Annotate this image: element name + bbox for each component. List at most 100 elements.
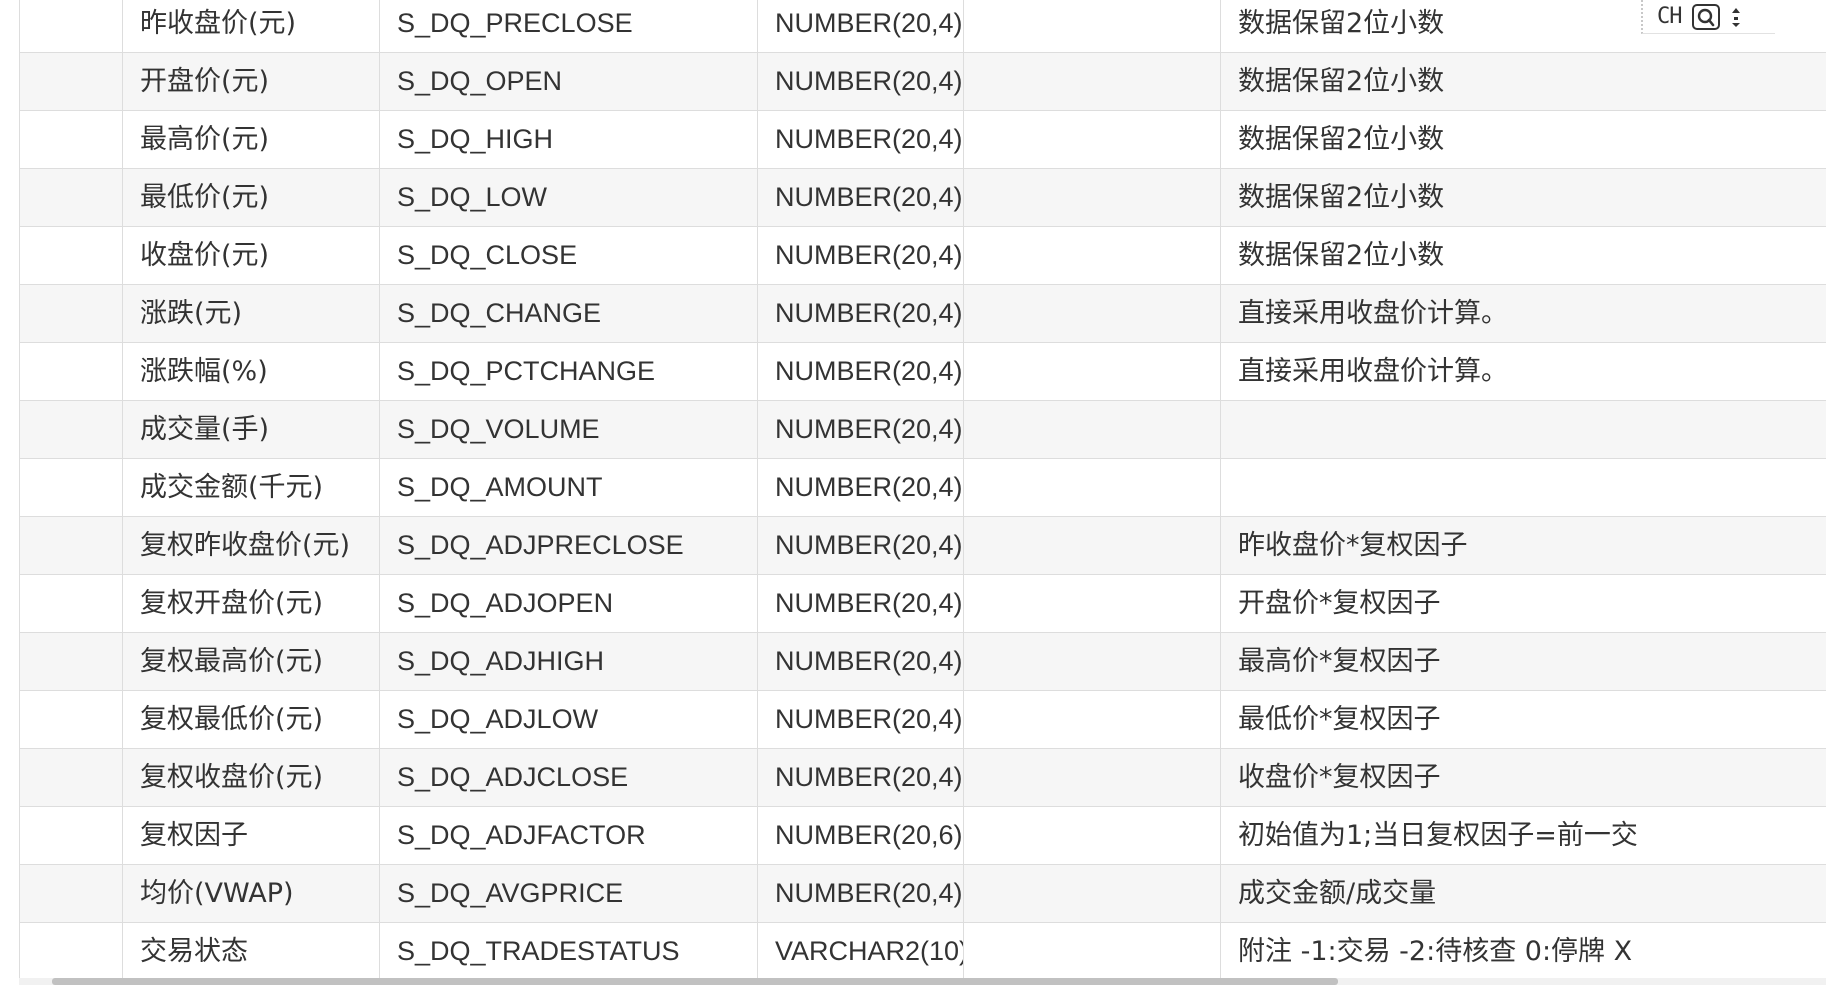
table-row: 复权最低价(元) S_DQ_ADJLOW NUMBER(20,4) 最低价*复权因子: [19, 690, 1826, 749]
table-row: 复权因子 S_DQ_ADJFACTOR NUMBER(20,6) 初始值为1;当日复权…: [19, 806, 1826, 865]
field-code-cell: S_DQ_ADJPRECLOSE: [379, 516, 758, 575]
field-type-cell: NUMBER(20,4): [757, 284, 964, 343]
field-chinese-name-cell: 复权开盘价(元): [122, 574, 380, 633]
field-type-cell: NUMBER(20,4): [757, 690, 964, 749]
table-row: 最低价(元) S_DQ_LOW NUMBER(20,4) 数据保留2位小数: [19, 168, 1826, 227]
field-remark-cell: 直接采用收盘价计算。: [1220, 342, 1826, 401]
blank-cell: [963, 226, 1221, 285]
blank-cell: [963, 922, 1221, 981]
blank-cell: [19, 226, 123, 285]
blank-cell: [963, 574, 1221, 633]
field-type-cell: NUMBER(20,6): [757, 806, 964, 865]
field-code-cell: S_DQ_ADJCLOSE: [379, 748, 758, 807]
field-chinese-name-cell: 涨跌(元): [122, 284, 380, 343]
table-row: 涨跌幅(%) S_DQ_PCTCHANGE NUMBER(20,4) 直接采用收盘价计…: [19, 342, 1826, 401]
table-row: 复权最高价(元) S_DQ_ADJHIGH NUMBER(20,4) 最高价*复权因子: [19, 632, 1826, 691]
field-remark-cell: 收盘价*复权因子: [1220, 748, 1826, 807]
field-chinese-name-cell: 收盘价(元): [122, 226, 380, 285]
field-chinese-name-cell: 成交金额(千元): [122, 458, 380, 517]
blank-cell: [963, 632, 1221, 691]
field-chinese-name-cell: 开盘价(元): [122, 52, 380, 111]
field-type-cell: NUMBER(20,4): [757, 864, 964, 923]
blank-cell: [19, 110, 123, 169]
field-chinese-name-cell: 交易状态: [122, 922, 380, 981]
field-remark-cell: 初始值为1;当日复权因子=前一交: [1220, 806, 1826, 865]
field-remark-cell: 数据保留2位小数: [1220, 110, 1826, 169]
field-chinese-name-cell: 成交量(手): [122, 400, 380, 459]
table-row: 最高价(元) S_DQ_HIGH NUMBER(20,4) 数据保留2位小数: [19, 110, 1826, 169]
table-row: 开盘价(元) S_DQ_OPEN NUMBER(20,4) 数据保留2位小数: [19, 52, 1826, 111]
blank-cell: [19, 516, 123, 575]
blank-cell: [19, 400, 123, 459]
field-remark-cell: [1220, 458, 1826, 517]
search-icon[interactable]: [1691, 3, 1720, 30]
blank-cell: [963, 284, 1221, 343]
field-type-cell: NUMBER(20,4): [757, 458, 964, 517]
field-chinese-name-cell: 复权最高价(元): [122, 632, 380, 691]
field-code-cell: S_DQ_OPEN: [379, 52, 758, 111]
blank-cell: [963, 458, 1221, 517]
field-code-cell: S_DQ_LOW: [379, 168, 758, 227]
blank-cell: [963, 864, 1221, 923]
table-row: 均价(VWAP) S_DQ_AVGPRICE NUMBER(20,4) 成交金额/成交…: [19, 864, 1826, 923]
blank-cell: [963, 52, 1221, 111]
blank-cell: [19, 574, 123, 633]
input-language-label[interactable]: CH: [1657, 4, 1682, 29]
field-type-cell: NUMBER(20,4): [757, 226, 964, 285]
field-chinese-name-cell: 复权因子: [122, 806, 380, 865]
field-chinese-name-cell: 涨跌幅(%): [122, 342, 380, 401]
field-code-cell: S_DQ_PCTCHANGE: [379, 342, 758, 401]
blank-cell: [963, 806, 1221, 865]
blank-cell: [963, 0, 1221, 53]
field-type-cell: NUMBER(20,4): [757, 110, 964, 169]
field-code-cell: S_DQ_ADJOPEN: [379, 574, 758, 633]
field-code-cell: S_DQ_VOLUME: [379, 400, 758, 459]
field-type-cell: NUMBER(20,4): [757, 516, 964, 575]
table-row: 昨收盘价(元) S_DQ_PRECLOSE NUMBER(20,4) 数据保留2位小数: [19, 0, 1826, 53]
field-chinese-name-cell: 最低价(元): [122, 168, 380, 227]
table-row: 成交量(手) S_DQ_VOLUME NUMBER(20,4): [19, 400, 1826, 459]
field-remark-cell: 昨收盘价*复权因子: [1220, 516, 1826, 575]
document-viewport: 昨收盘价(元) S_DQ_PRECLOSE NUMBER(20,4) 数据保留2位小数…: [0, 0, 1826, 985]
blank-cell: [19, 632, 123, 691]
field-type-cell: NUMBER(20,4): [757, 52, 964, 111]
blank-cell: [19, 864, 123, 923]
blank-cell: [963, 342, 1221, 401]
table-row: 复权开盘价(元) S_DQ_ADJOPEN NUMBER(20,4) 开盘价*复权因子: [19, 574, 1826, 633]
more-vertical-icon[interactable]: [1730, 5, 1742, 29]
table-row: 交易状态 S_DQ_TRADESTATUS VARCHAR2(10) 附注 -1:交易…: [19, 922, 1826, 981]
field-code-cell: S_DQ_AMOUNT: [379, 458, 758, 517]
blank-cell: [963, 110, 1221, 169]
field-type-cell: NUMBER(20,4): [757, 632, 964, 691]
blank-cell: [19, 806, 123, 865]
floating-input-toolbar: CH: [1641, 0, 1775, 34]
field-chinese-name-cell: 昨收盘价(元): [122, 0, 380, 53]
blank-cell: [19, 748, 123, 807]
table-row: 复权收盘价(元) S_DQ_ADJCLOSE NUMBER(20,4) 收盘价*复权因…: [19, 748, 1826, 807]
field-definition-table: 昨收盘价(元) S_DQ_PRECLOSE NUMBER(20,4) 数据保留2位小数…: [19, 0, 1826, 981]
table-row: 成交金额(千元) S_DQ_AMOUNT NUMBER(20,4): [19, 458, 1826, 517]
blank-cell: [19, 690, 123, 749]
table-body: 昨收盘价(元) S_DQ_PRECLOSE NUMBER(20,4) 数据保留2位小数…: [19, 0, 1826, 981]
blank-cell: [963, 168, 1221, 227]
field-remark-cell: 直接采用收盘价计算。: [1220, 284, 1826, 343]
field-type-cell: NUMBER(20,4): [757, 0, 964, 53]
field-type-cell: NUMBER(20,4): [757, 400, 964, 459]
field-remark-cell: [1220, 400, 1826, 459]
table-row: 复权昨收盘价(元) S_DQ_ADJPRECLOSE NUMBER(20,4) 昨收盘…: [19, 516, 1826, 575]
blank-cell: [19, 342, 123, 401]
field-code-cell: S_DQ_AVGPRICE: [379, 864, 758, 923]
blank-cell: [19, 0, 123, 53]
field-code-cell: S_DQ_TRADESTATUS: [379, 922, 758, 981]
blank-cell: [963, 400, 1221, 459]
field-remark-cell: 开盘价*复权因子: [1220, 574, 1826, 633]
field-chinese-name-cell: 复权昨收盘价(元): [122, 516, 380, 575]
field-chinese-name-cell: 最高价(元): [122, 110, 380, 169]
blank-cell: [19, 168, 123, 227]
field-type-cell: NUMBER(20,4): [757, 168, 964, 227]
field-chinese-name-cell: 均价(VWAP): [122, 864, 380, 923]
blank-cell: [963, 690, 1221, 749]
table-row: 涨跌(元) S_DQ_CHANGE NUMBER(20,4) 直接采用收盘价计算。: [19, 284, 1826, 343]
blank-cell: [19, 52, 123, 111]
horizontal-scrollbar-thumb[interactable]: [52, 978, 1338, 985]
